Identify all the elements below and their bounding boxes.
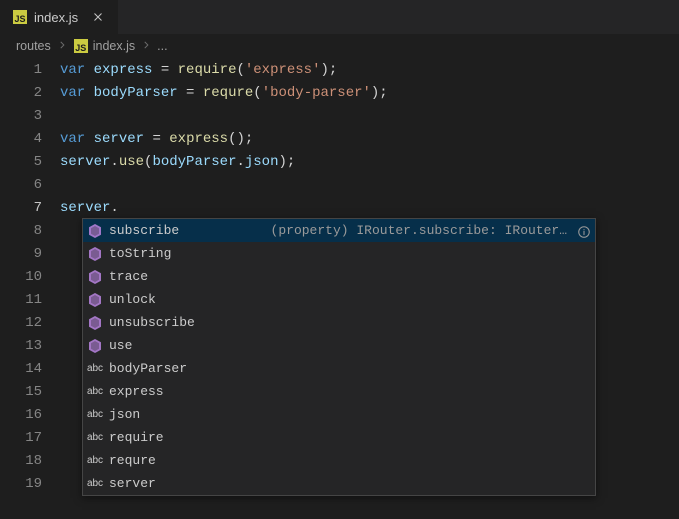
word-icon: abc xyxy=(87,453,103,469)
info-icon[interactable] xyxy=(577,224,591,238)
code-line[interactable]: server.use(bodyParser.json); xyxy=(60,151,679,174)
suggestion-label: bodyParser xyxy=(109,357,187,380)
breadcrumb-label: index.js xyxy=(93,39,135,53)
tab-filename: index.js xyxy=(34,10,78,25)
suggestion-item[interactable]: abc requre xyxy=(83,449,595,472)
suggestion-item[interactable]: toString xyxy=(83,242,595,265)
code-line[interactable]: server. xyxy=(60,197,679,220)
line-number: 12 xyxy=(0,312,42,335)
breadcrumb-folder[interactable]: routes xyxy=(16,39,51,53)
suggestion-item[interactable]: unlock xyxy=(83,288,595,311)
line-number: 17 xyxy=(0,427,42,450)
suggestion-label: requre xyxy=(109,449,156,472)
suggestion-label: json xyxy=(109,403,140,426)
suggestion-label: use xyxy=(109,334,132,357)
suggestion-label: express xyxy=(109,380,164,403)
code-line[interactable] xyxy=(60,174,679,197)
line-number: 5 xyxy=(0,151,42,174)
suggestion-item[interactable]: use xyxy=(83,334,595,357)
suggestion-label: subscribe xyxy=(109,219,179,242)
chevron-right-icon xyxy=(141,39,151,53)
line-number: 10 xyxy=(0,266,42,289)
method-icon xyxy=(87,315,103,331)
js-file-icon: JS xyxy=(12,9,28,25)
line-number: 4 xyxy=(0,128,42,151)
suggestion-label: server xyxy=(109,472,156,495)
suggestion-item[interactable]: abc express xyxy=(83,380,595,403)
js-file-icon: JS xyxy=(73,38,89,54)
method-icon xyxy=(87,246,103,262)
line-number: 16 xyxy=(0,404,42,427)
line-number: 15 xyxy=(0,381,42,404)
suggestion-item[interactable]: abc bodyParser xyxy=(83,357,595,380)
line-number: 14 xyxy=(0,358,42,381)
tab-bar: JS index.js xyxy=(0,0,679,35)
line-number: 6 xyxy=(0,174,42,197)
code-line[interactable] xyxy=(60,105,679,128)
word-icon: abc xyxy=(87,430,103,446)
suggestion-item[interactable]: subscribe (property) IRouter.subscribe: I… xyxy=(83,219,595,242)
word-icon: abc xyxy=(87,361,103,377)
line-number: 13 xyxy=(0,335,42,358)
suggestion-detail: (property) IRouter.subscribe: IRouter… xyxy=(271,219,567,242)
chevron-right-icon xyxy=(57,39,67,53)
code-line[interactable]: var express = require('express'); xyxy=(60,59,679,82)
code-line[interactable]: var server = express(); xyxy=(60,128,679,151)
editor[interactable]: 12345678910111213141516171819 var expres… xyxy=(0,57,679,519)
suggestion-item[interactable]: unsubscribe xyxy=(83,311,595,334)
line-number: 18 xyxy=(0,450,42,473)
suggestion-item[interactable]: abc require xyxy=(83,426,595,449)
breadcrumb-more[interactable]: ... xyxy=(157,39,167,53)
line-number: 11 xyxy=(0,289,42,312)
breadcrumb-label: routes xyxy=(16,39,51,53)
line-number: 1 xyxy=(0,59,42,82)
method-icon xyxy=(87,269,103,285)
method-icon xyxy=(87,292,103,308)
suggestion-label: require xyxy=(109,426,164,449)
tab-index-js[interactable]: JS index.js xyxy=(0,0,119,34)
suggestion-widget[interactable]: subscribe (property) IRouter.subscribe: I… xyxy=(82,218,596,496)
line-number: 9 xyxy=(0,243,42,266)
line-gutter: 12345678910111213141516171819 xyxy=(0,57,60,519)
suggestion-item[interactable]: abcjson xyxy=(83,403,595,426)
line-number: 2 xyxy=(0,82,42,105)
word-icon: abc xyxy=(87,476,103,492)
method-icon xyxy=(87,223,103,239)
suggestion-item[interactable]: trace xyxy=(83,265,595,288)
close-icon[interactable] xyxy=(90,9,106,25)
breadcrumb-label: ... xyxy=(157,39,167,53)
method-icon xyxy=(87,338,103,354)
line-number: 7 xyxy=(0,197,42,220)
breadcrumb-file[interactable]: JS index.js xyxy=(73,38,135,54)
suggestion-label: unsubscribe xyxy=(109,311,195,334)
line-number: 19 xyxy=(0,473,42,496)
line-number: 3 xyxy=(0,105,42,128)
suggestion-label: toString xyxy=(109,242,171,265)
word-icon: abc xyxy=(87,384,103,400)
suggestion-label: unlock xyxy=(109,288,156,311)
code-line[interactable]: var bodyParser = requre('body-parser'); xyxy=(60,82,679,105)
suggestion-item[interactable]: abc server xyxy=(83,472,595,495)
word-icon: abc xyxy=(87,407,103,423)
line-number: 8 xyxy=(0,220,42,243)
breadcrumb[interactable]: routes JS index.js ... xyxy=(0,35,679,57)
suggestion-label: trace xyxy=(109,265,148,288)
